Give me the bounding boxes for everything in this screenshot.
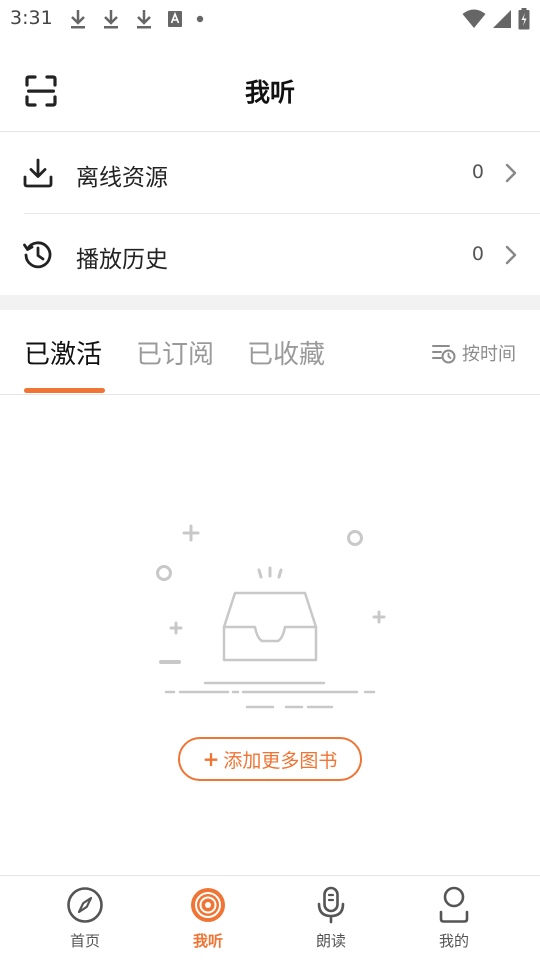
download-icon xyxy=(71,10,85,29)
plus-icon: + xyxy=(202,747,220,771)
dot-icon xyxy=(196,15,204,23)
nav-item-read[interactable]: 朗读 xyxy=(281,886,381,951)
wifi-icon xyxy=(462,9,486,28)
offline-resources-label: 离线资源 xyxy=(76,165,168,191)
sort-label: 按时间 xyxy=(462,344,516,365)
nav-label-home: 首页 xyxy=(69,932,100,950)
person-icon xyxy=(439,886,469,923)
tab-activated[interactable]: 已激活 xyxy=(24,334,102,371)
top-header: 我听 xyxy=(0,48,540,132)
nav-label-listen: 我听 xyxy=(192,932,223,950)
status-bar: 3:31 xyxy=(0,0,540,36)
download-icon xyxy=(137,10,151,29)
bottom-navigation: 首页 我听 朗读 我的 xyxy=(0,875,540,960)
row-divider xyxy=(24,213,540,214)
library-tabs: 已激活 已订阅 已收藏 按时间 xyxy=(0,310,540,395)
active-tab-indicator xyxy=(24,388,105,393)
history-icon xyxy=(23,241,52,269)
play-history-row[interactable]: 播放历史 0 xyxy=(0,215,540,296)
play-history-count: 0 xyxy=(471,243,484,265)
empty-inbox-icon xyxy=(156,524,386,709)
status-time: 3:31 xyxy=(10,7,53,29)
system-status-icons xyxy=(456,8,530,30)
add-more-books-label: 添加更多图书 xyxy=(223,749,338,772)
nav-item-listen[interactable]: 我听 xyxy=(158,886,258,951)
nav-label-mine: 我的 xyxy=(438,932,469,950)
chevron-right-icon xyxy=(505,245,517,265)
sort-by-time-button[interactable]: 按时间 xyxy=(432,340,516,366)
chevron-right-icon xyxy=(505,163,517,183)
add-more-books-button[interactable]: + 添加更多图书 xyxy=(178,737,362,781)
notification-icons xyxy=(68,8,217,30)
microphone-icon xyxy=(317,886,345,924)
download-icon xyxy=(104,10,118,29)
page-title: 我听 xyxy=(244,78,295,107)
vinyl-icon xyxy=(191,888,225,922)
offline-resources-count: 0 xyxy=(471,161,484,183)
font-a-icon xyxy=(168,11,182,27)
signal-icon xyxy=(493,10,511,28)
compass-icon xyxy=(67,887,103,923)
nav-item-home[interactable]: 首页 xyxy=(35,886,135,951)
section-separator xyxy=(0,295,540,310)
tab-subscribed[interactable]: 已订阅 xyxy=(136,334,214,371)
sort-time-icon xyxy=(432,345,456,364)
nav-item-mine[interactable]: 我的 xyxy=(404,886,504,951)
play-history-label: 播放历史 xyxy=(76,247,168,273)
nav-label-read: 朗读 xyxy=(315,932,346,950)
battery-charging-icon xyxy=(518,8,530,30)
offline-resources-row[interactable]: 离线资源 0 xyxy=(0,133,540,214)
tab-favorited[interactable]: 已收藏 xyxy=(247,334,325,371)
download-icon xyxy=(23,158,53,188)
